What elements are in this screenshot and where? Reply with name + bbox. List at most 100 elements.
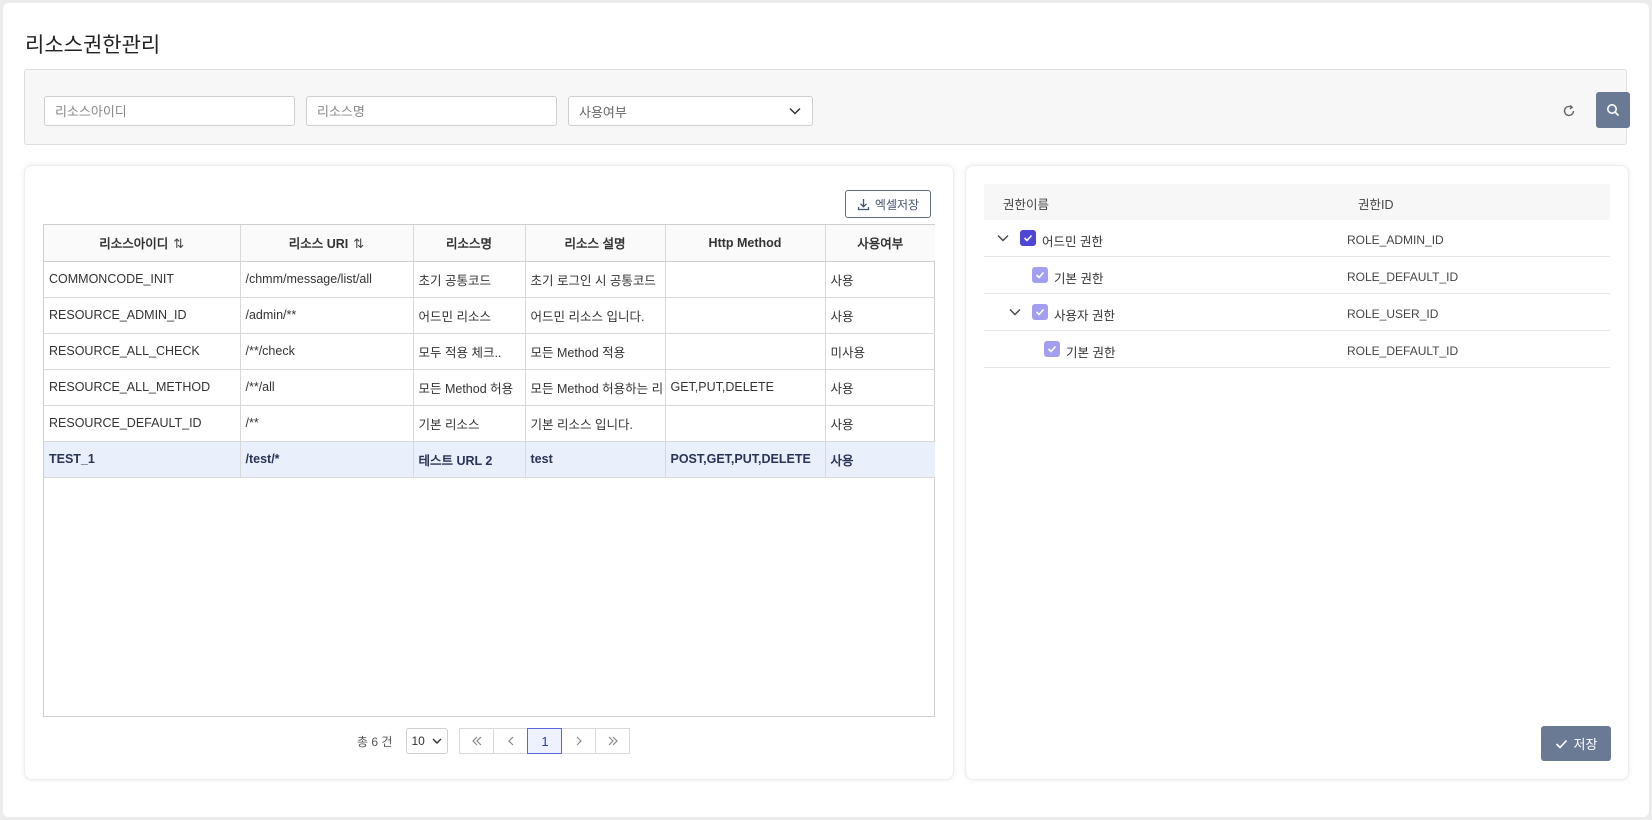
tree-node-admin-default[interactable]: 기본 권한 ROLE_DEFAULT_ID [984,257,1610,294]
pagination: 총 6 건 10 1 [357,728,631,754]
search-button[interactable] [1596,92,1630,128]
cell-resource-name: 어드민 리소스 [413,297,526,334]
grid-header-row: 리소스아이디 ⇅ 리소스 URI ⇅ 리소스명 리소스 설명 Http Method… [44,225,935,262]
chevron-right-icon [576,736,582,746]
tree-node-admin[interactable]: 어드민 권한 ROLE_ADMIN_ID [984,220,1610,257]
tree-node-id: ROLE_ADMIN_ID [1347,233,1444,247]
cell-resource-name: 기본 리소스 [413,405,526,442]
cell-use-status: 사용 [825,369,935,406]
use-status-select[interactable]: 사용여부 [568,96,813,126]
tree-header-name: 권한이름 [1003,198,1050,212]
search-icon [1607,104,1620,117]
tree-node-id: ROLE_DEFAULT_ID [1347,270,1459,284]
sort-icon[interactable]: ⇅ [173,236,184,252]
tree-node-label: 어드민 권한 [1042,235,1103,249]
checkbox[interactable] [1032,304,1048,320]
chevron-down-icon [789,107,801,115]
tree-node-id: ROLE_DEFAULT_ID [1347,344,1459,358]
page-size-select[interactable]: 10 [406,728,449,754]
first-page-button[interactable] [459,728,495,754]
double-chevron-left-icon [472,736,482,746]
check-icon [1555,739,1567,749]
chevron-down-icon [432,738,442,744]
resource-panel: 엑셀저장 리소스아이디 ⇅ 리소스 URI ⇅ 리소스명 리소스 설명 Http M… [24,165,954,780]
double-chevron-right-icon [608,736,618,746]
cell-resource-id: TEST_1 [44,441,241,478]
total-count: 총 6 건 [357,734,393,749]
page-number-button[interactable]: 1 [527,728,563,754]
cell-resource-uri: /admin/** [240,297,414,334]
search-bar: 사용여부 [24,69,1630,145]
column-header-resource-id[interactable]: 리소스아이디 ⇅ [44,225,241,262]
cell-http-method: GET,PUT,DELETE [665,369,826,406]
cell-resource-name: 모든 Method 허용 [413,369,526,406]
page-title: 리소스권한관리 [25,34,161,57]
tree-node-id: ROLE_USER_ID [1347,307,1439,321]
column-header-resource-name: 리소스명 [413,225,526,262]
cell-resource-id: RESOURCE_ALL_METHOD [44,369,241,406]
tree-node-label: 기본 권한 [1054,272,1104,286]
table-row[interactable]: RESOURCE_ALL_CHECK /**/check 모두 적용 체크.. … [44,333,935,370]
excel-export-button[interactable]: 엑셀저장 [845,190,931,218]
excel-export-label: 엑셀저장 [874,197,920,212]
cell-use-status: 사용 [825,261,935,298]
table-row[interactable]: RESOURCE_ALL_METHOD /**/all 모든 Method 허용… [44,369,935,406]
table-row[interactable]: COMMONCODE_INIT /chmm/message/list/all 초… [44,261,935,298]
column-header-resource-desc: 리소스 설명 [525,225,666,262]
resource-grid: 리소스아이디 ⇅ 리소스 URI ⇅ 리소스명 리소스 설명 Http Method… [43,224,935,717]
cell-resource-id: COMMONCODE_INIT [44,261,241,298]
cell-resource-uri: /chmm/message/list/all [240,261,414,298]
tree-node-label: 기본 권한 [1066,346,1116,360]
save-label: 저장 [1573,737,1598,752]
prev-page-button[interactable] [493,728,529,754]
chevron-left-icon [508,736,514,746]
table-row-selected[interactable]: TEST_1 /test/* 테스트 URL 2 test POST,GET,P… [44,441,935,478]
cell-use-status: 사용 [825,441,935,478]
column-header-use-status: 사용여부 [825,225,935,262]
cell-http-method: POST,GET,PUT,DELETE [665,441,826,478]
page-container: 리소스권한관리 사용여부 엑셀저장 [3,3,1649,817]
sort-icon[interactable]: ⇅ [353,236,364,252]
cell-resource-uri: /**/all [240,369,414,406]
table-row[interactable]: RESOURCE_DEFAULT_ID /** 기본 리소스 기본 리소스 입니… [44,405,935,442]
cell-resource-uri: /** [240,405,414,442]
checkbox[interactable] [1044,341,1060,357]
cell-resource-id: RESOURCE_ALL_CHECK [44,333,241,370]
cell-resource-desc: 어드민 리소스 입니다. [525,297,666,334]
resource-id-input[interactable] [44,96,295,126]
tree-node-label: 사용자 권한 [1054,309,1115,323]
cell-resource-desc: 모든 Method 허용하는 리 [525,369,666,406]
next-page-button[interactable] [561,728,597,754]
chevron-down-icon[interactable] [996,231,1010,245]
cell-resource-name: 모두 적용 체크.. [413,333,526,370]
chevron-down-icon[interactable] [1008,305,1022,319]
cell-use-status: 사용 [825,405,935,442]
reset-button[interactable] [1560,102,1578,120]
column-header-resource-uri[interactable]: 리소스 URI ⇅ [240,225,414,262]
save-button[interactable]: 저장 [1541,726,1611,761]
cell-resource-desc: test [525,441,666,478]
table-row[interactable]: RESOURCE_ADMIN_ID /admin/** 어드민 리소스 어드민 … [44,297,935,334]
last-page-button[interactable] [595,728,631,754]
tree-header-id: 권한ID [1358,198,1394,212]
cell-resource-desc: 모든 Method 적용 [525,333,666,370]
cell-use-status: 미사용 [825,333,935,370]
checkbox[interactable] [1020,230,1036,246]
resource-name-input[interactable] [306,96,557,126]
tree-node-user-default[interactable]: 기본 권한 ROLE_DEFAULT_ID [984,331,1610,368]
cell-http-method [665,405,826,442]
check-icon [1023,234,1033,242]
refresh-icon [1563,104,1575,117]
checkbox[interactable] [1032,267,1048,283]
check-icon [1035,271,1045,279]
tree-node-user[interactable]: 사용자 권한 ROLE_USER_ID [984,294,1610,331]
cell-http-method [665,333,826,370]
page-size-value: 10 [411,734,425,748]
cell-resource-desc: 초기 로그인 시 공통코드 [525,261,666,298]
cell-http-method [665,297,826,334]
cell-resource-id: RESOURCE_ADMIN_ID [44,297,241,334]
cell-use-status: 사용 [825,297,935,334]
role-tree-panel: 권한이름 권한ID 어드민 권한 ROLE_ADMIN_ID 기본 권한 ROL… [965,165,1629,780]
tree-header: 권한이름 권한ID [984,184,1610,220]
cell-resource-uri: /test/* [240,441,414,478]
